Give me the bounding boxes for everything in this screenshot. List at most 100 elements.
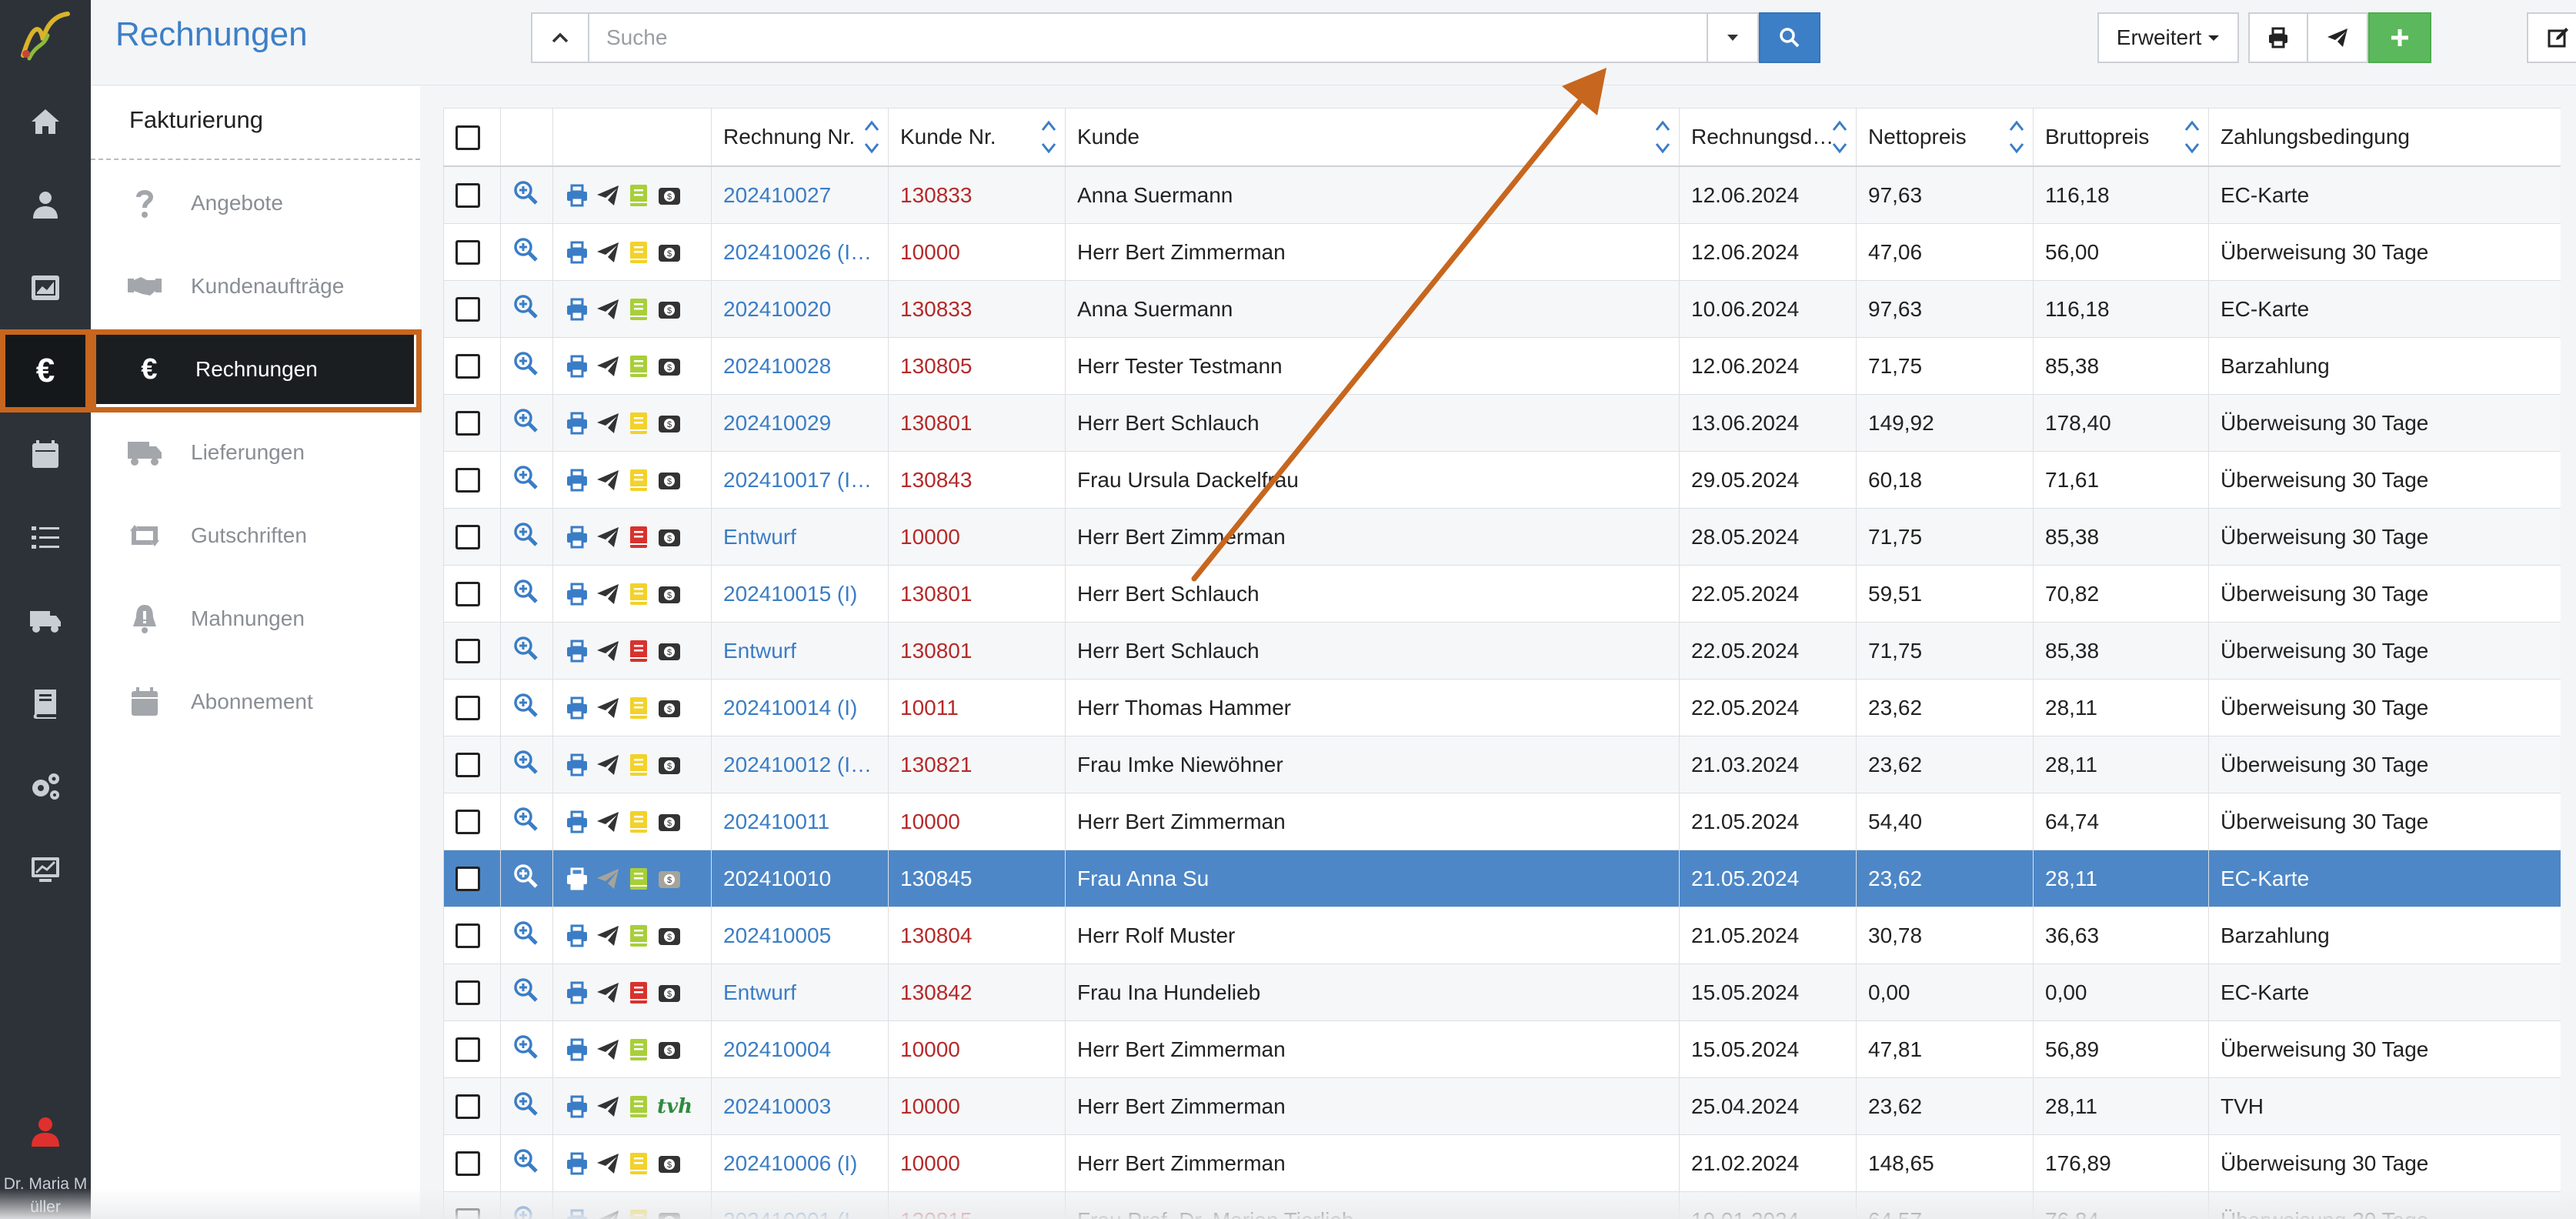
zoom-in-icon[interactable] — [512, 179, 539, 205]
print-icon[interactable] — [565, 1151, 589, 1176]
paper-plane-icon[interactable] — [596, 411, 620, 436]
euro-icon[interactable]: € — [0, 329, 91, 412]
table-row[interactable]: $ Entwurf 10000 Herr Bert Zimmerman 28.0… — [443, 508, 2561, 566]
paper-plane-icon[interactable] — [596, 867, 620, 891]
table-row[interactable]: $ 202410005 130804 Herr Rolf Muster 21.0… — [443, 907, 2561, 964]
table-row[interactable]: $ Entwurf 130801 Herr Bert Schlauch 22.0… — [443, 622, 2561, 680]
table-row[interactable]: $ Entwurf 130842 Frau Ina Hundelieb 15.0… — [443, 964, 2561, 1021]
sort-icon[interactable] — [863, 116, 880, 158]
paper-plane-icon[interactable] — [596, 525, 620, 549]
row-checkbox[interactable] — [455, 1037, 480, 1063]
cash-icon[interactable]: $ — [657, 810, 682, 834]
row-checkbox[interactable] — [455, 297, 480, 322]
row-checkbox[interactable] — [455, 810, 480, 835]
zoom-in-icon[interactable] — [512, 692, 539, 718]
cash-icon[interactable]: $ — [657, 980, 682, 1005]
rechnung-nr-cell[interactable]: 202410004 — [711, 1020, 889, 1078]
zoom-in-icon[interactable] — [512, 635, 539, 661]
table-row[interactable]: $ 202410027 130833 Anna Suermann 12.06.2… — [443, 165, 2561, 224]
cash-icon[interactable]: $ — [657, 411, 682, 436]
zoom-in-icon[interactable] — [512, 407, 539, 433]
cash-icon[interactable]: $ — [657, 1151, 682, 1176]
row-checkbox[interactable] — [455, 582, 480, 607]
zoom-in-icon[interactable] — [512, 806, 539, 832]
print-icon[interactable] — [565, 696, 589, 720]
print-icon[interactable] — [565, 525, 589, 549]
print-icon[interactable] — [565, 582, 589, 606]
rechnung-nr-cell[interactable]: 202410012 (I… — [711, 736, 889, 793]
search-options-dropdown[interactable] — [1707, 12, 1759, 63]
zoom-in-icon[interactable] — [512, 578, 539, 604]
add-button[interactable] — [2368, 12, 2431, 63]
header-bruttopreis[interactable]: Bruttopreis — [2033, 108, 2209, 167]
rechnung-nr-cell[interactable]: 202410003 — [711, 1077, 889, 1135]
zoom-in-icon[interactable] — [512, 1034, 539, 1060]
cash-icon[interactable]: $ — [657, 240, 682, 265]
paper-plane-icon[interactable] — [596, 468, 620, 493]
cash-icon[interactable]: $ — [657, 354, 682, 379]
row-checkbox[interactable] — [455, 753, 480, 778]
search-button[interactable] — [1759, 12, 1820, 63]
row-checkbox[interactable] — [455, 1151, 480, 1177]
table-row[interactable]: $ 202410029 130801 Herr Bert Schlauch 13… — [443, 394, 2561, 452]
cash-icon[interactable]: $ — [657, 525, 682, 549]
rechnung-nr-cell[interactable]: 202410014 (I) — [711, 679, 889, 736]
row-checkbox[interactable] — [455, 411, 480, 436]
print-icon[interactable] — [565, 1208, 589, 1219]
rechnung-nr-cell[interactable]: 202410027 — [711, 165, 889, 224]
cash-icon[interactable]: $ — [657, 582, 682, 606]
booking-status-icon[interactable] — [626, 1208, 651, 1219]
print-icon[interactable] — [565, 411, 589, 436]
table-row[interactable]: $ 202410012 (I… 130821 Frau Imke Niewöhn… — [443, 736, 2561, 793]
subnav-item-gutschriften[interactable]: Gutschriften — [91, 501, 420, 570]
rechnung-nr-cell[interactable]: Entwurf — [711, 508, 889, 566]
rechnung-nr-cell[interactable]: Entwurf — [711, 622, 889, 680]
cash-icon[interactable]: $ — [657, 923, 682, 948]
table-row[interactable]: $ 202410010 130845 Frau Anna Su 21.05.20… — [443, 850, 2561, 907]
row-checkbox[interactable] — [455, 183, 480, 209]
header-rechnungsdatum[interactable]: Rechnungsdatum — [1679, 108, 1857, 167]
paper-plane-icon[interactable] — [596, 923, 620, 948]
edit-button[interactable] — [2527, 12, 2576, 63]
paper-plane-icon[interactable] — [596, 582, 620, 606]
zoom-in-icon[interactable] — [512, 977, 539, 1003]
rechnung-nr-cell[interactable]: 202410011 — [711, 793, 889, 850]
subnav-item-angebote[interactable]: Angebote — [91, 169, 420, 238]
zoom-in-icon[interactable] — [512, 1204, 539, 1219]
cash-icon[interactable]: $ — [657, 753, 682, 777]
booking-status-icon[interactable] — [626, 923, 651, 948]
sort-icon[interactable] — [1654, 116, 1671, 158]
zoom-in-icon[interactable] — [512, 1147, 539, 1174]
table-row[interactable]: $ 202410026 (I… 10000 Herr Bert Zimmerma… — [443, 223, 2561, 281]
row-checkbox[interactable] — [455, 867, 480, 892]
row-checkbox[interactable] — [455, 923, 480, 949]
rechnung-nr-cell[interactable]: 202410006 (I) — [711, 1134, 889, 1192]
booking-status-icon[interactable] — [626, 1151, 651, 1176]
zoom-in-icon[interactable] — [512, 920, 539, 946]
user-avatar-icon[interactable] — [0, 1114, 91, 1152]
paper-plane-icon[interactable] — [596, 1151, 620, 1176]
paper-plane-icon[interactable] — [596, 696, 620, 720]
rechnung-nr-cell[interactable]: 202410026 (I… — [711, 223, 889, 281]
print-button[interactable] — [2248, 12, 2308, 63]
header-zahlungsbedingung[interactable]: Zahlungsbedingung — [2208, 108, 2561, 167]
row-checkbox[interactable] — [455, 980, 480, 1006]
zoom-in-icon[interactable] — [512, 749, 539, 775]
zoom-in-icon[interactable] — [512, 464, 539, 490]
paper-plane-icon[interactable] — [596, 183, 620, 208]
paper-plane-icon[interactable] — [596, 639, 620, 663]
table-row[interactable]: $ 202410014 (I) 10011 Herr Thomas Hammer… — [443, 679, 2561, 736]
booking-status-icon[interactable] — [626, 354, 651, 379]
header-nettopreis[interactable]: Nettopreis — [1856, 108, 2034, 167]
rechnung-nr-cell[interactable]: 202410029 — [711, 394, 889, 452]
booking-status-icon[interactable] — [626, 240, 651, 265]
paper-plane-icon[interactable] — [596, 980, 620, 1005]
table-row[interactable]: $ 202410020 130833 Anna Suermann 10.06.2… — [443, 280, 2561, 338]
header-kunde-nr[interactable]: Kunde Nr. — [888, 108, 1066, 167]
rechnung-nr-cell[interactable]: Entwurf — [711, 964, 889, 1021]
print-icon[interactable] — [565, 297, 589, 322]
settings-icon[interactable] — [0, 745, 91, 828]
booking-status-icon[interactable] — [626, 1094, 651, 1119]
booking-status-icon[interactable] — [626, 1037, 651, 1062]
print-icon[interactable] — [565, 639, 589, 663]
